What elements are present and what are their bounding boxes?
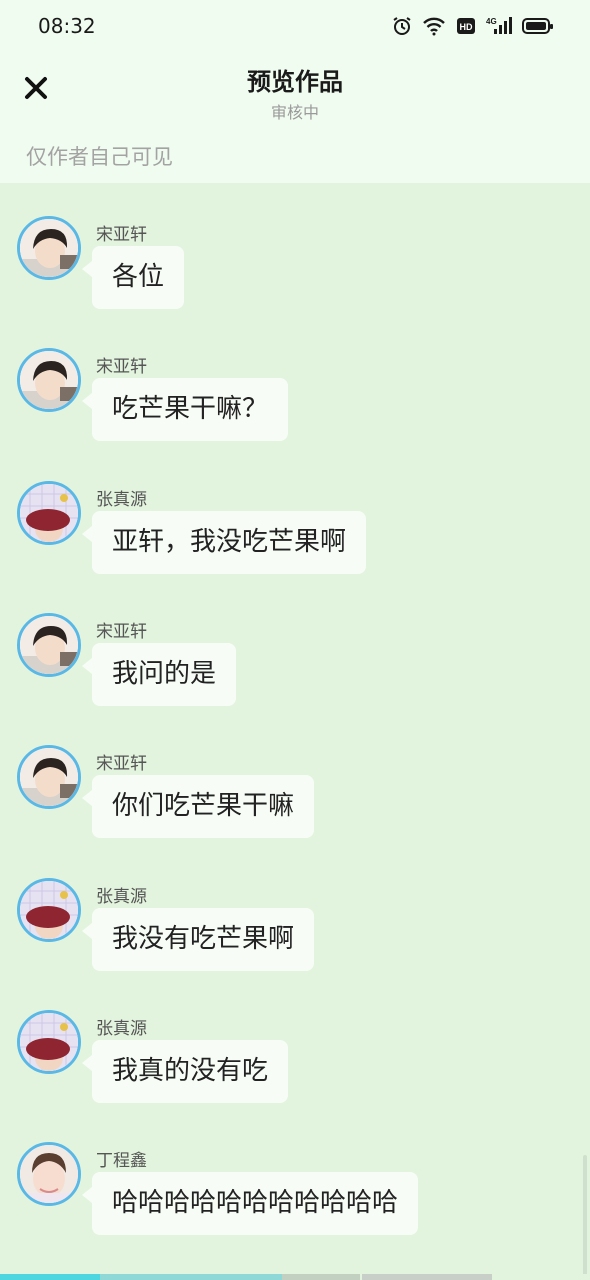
wifi-icon bbox=[422, 16, 446, 36]
message-bubble[interactable]: 我没有吃芒果啊 bbox=[81, 908, 315, 971]
sender-name: 宋亚轩 bbox=[96, 225, 147, 245]
message-bubble[interactable]: 吃芒果干嘛？ bbox=[81, 378, 289, 441]
sender-name: 张真源 bbox=[96, 887, 147, 907]
page-title: 预览作品 bbox=[247, 68, 343, 96]
message-item: 张真源 亚轩，我没吃芒果啊 bbox=[0, 448, 590, 574]
message-bubble[interactable]: 我真的没有吃 bbox=[81, 1040, 289, 1103]
message-bubble[interactable]: 各位 bbox=[81, 246, 185, 309]
hd-icon: HD bbox=[456, 16, 476, 36]
avatar-songyaxuan[interactable] bbox=[17, 745, 81, 809]
reading-progress-bar bbox=[0, 1274, 590, 1280]
progress-segment bbox=[282, 1274, 360, 1280]
avatar-zhangzhenyuan[interactable] bbox=[17, 481, 81, 545]
message-bubble[interactable]: 哈哈哈哈哈哈哈哈哈哈哈 bbox=[81, 1172, 419, 1235]
scrollbar[interactable] bbox=[583, 1155, 587, 1280]
sender-name: 宋亚轩 bbox=[96, 622, 147, 642]
svg-text:HD: HD bbox=[460, 22, 473, 32]
avatar-songyaxuan[interactable] bbox=[17, 348, 81, 412]
review-status: 审核中 bbox=[270, 103, 319, 122]
sender-name: 宋亚轩 bbox=[96, 754, 147, 774]
message-item: 宋亚轩 吃芒果干嘛？ bbox=[0, 315, 590, 441]
battery-icon bbox=[522, 16, 554, 36]
status-bar: 08:32 HD 4G bbox=[0, 0, 590, 52]
progress-segment bbox=[362, 1274, 492, 1280]
message-item: 丁程鑫 哈哈哈哈哈哈哈哈哈哈哈 bbox=[0, 1109, 590, 1235]
avatar-zhangzhenyuan[interactable] bbox=[17, 878, 81, 942]
header: 预览作品 审核中 bbox=[0, 52, 590, 132]
4g-signal-icon: 4G bbox=[486, 16, 512, 36]
message-item: 宋亚轩 我问的是 bbox=[0, 580, 590, 706]
status-time: 08:32 bbox=[38, 14, 96, 38]
top-bar: 08:32 HD 4G 预览作品 审核中 仅作者自己可见 bbox=[0, 0, 590, 183]
message-item: 宋亚轩 各位 bbox=[0, 183, 590, 309]
avatar-dingchengxin[interactable] bbox=[17, 1142, 81, 1206]
message-bubble[interactable]: 你们吃芒果干嘛 bbox=[81, 775, 315, 838]
alarm-icon bbox=[392, 16, 412, 36]
visibility-note: 仅作者自己可见 bbox=[26, 145, 173, 169]
message-bubble[interactable]: 亚轩，我没吃芒果啊 bbox=[81, 511, 367, 574]
message-item: 张真源 我没有吃芒果啊 bbox=[0, 845, 590, 971]
sender-name: 张真源 bbox=[96, 490, 147, 510]
progress-segment bbox=[100, 1274, 282, 1280]
avatar-songyaxuan[interactable] bbox=[17, 216, 81, 280]
sender-name: 张真源 bbox=[96, 1019, 147, 1039]
message-item: 张真源 我真的没有吃 bbox=[0, 977, 590, 1103]
avatar-zhangzhenyuan[interactable] bbox=[17, 1010, 81, 1074]
message-item: 宋亚轩 你们吃芒果干嘛 bbox=[0, 712, 590, 838]
status-icons: HD 4G bbox=[392, 14, 554, 38]
svg-text:4G: 4G bbox=[486, 17, 497, 26]
message-list[interactable]: 宋亚轩 各位 宋亚轩 吃芒果干嘛？ 张真源 亚轩，我没吃芒果啊 宋亚轩 我问的是… bbox=[0, 183, 590, 1280]
avatar-songyaxuan[interactable] bbox=[17, 613, 81, 677]
message-bubble[interactable]: 我问的是 bbox=[81, 643, 237, 706]
sender-name: 宋亚轩 bbox=[96, 357, 147, 377]
sender-name: 丁程鑫 bbox=[96, 1151, 147, 1171]
progress-segment bbox=[0, 1274, 100, 1280]
